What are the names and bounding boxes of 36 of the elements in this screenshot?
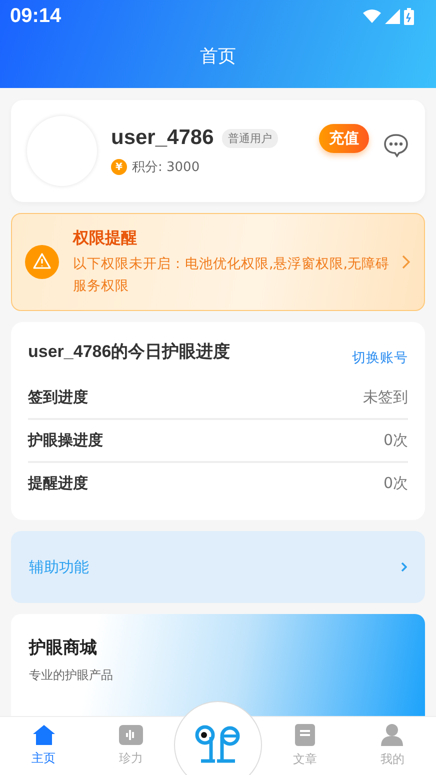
nav-tab[interactable]: 我的 bbox=[348, 717, 436, 775]
nav-tab[interactable]: 珍力 bbox=[87, 717, 174, 775]
username: user_4786 bbox=[111, 126, 214, 150]
status-time: 09:14 bbox=[10, 4, 62, 28]
progress-value: 0次 bbox=[383, 431, 408, 450]
sound-wave-icon bbox=[118, 725, 143, 745]
coin-icon: ¥ bbox=[111, 159, 127, 175]
progress-label: 护眼操进度 bbox=[28, 431, 103, 450]
logo-icon bbox=[195, 725, 241, 765]
signal-icon bbox=[385, 8, 400, 24]
progress-title: user_4786的今日护眼进度 bbox=[28, 341, 230, 363]
alert-title: 权限提醒 bbox=[73, 228, 138, 248]
message-icon[interactable] bbox=[383, 133, 409, 158]
progress-label: 提醒进度 bbox=[28, 474, 88, 493]
progress-value: 0次 bbox=[383, 474, 408, 493]
progress-value: 未签到 bbox=[363, 388, 408, 407]
user-level-badge: 普通用户 bbox=[222, 128, 278, 148]
nav-tab[interactable]: 主页 bbox=[0, 717, 88, 775]
alert-message: 以下权限未开启：电池优化权限,悬浮窗权限,无障碍服务权限 bbox=[73, 254, 391, 296]
page-title: 首页 bbox=[199, 45, 237, 69]
chevron-right-icon[interactable] bbox=[401, 562, 407, 572]
wifi-icon bbox=[363, 9, 381, 23]
document-icon bbox=[295, 724, 316, 746]
person-icon bbox=[381, 724, 404, 746]
recharge-button[interactable]: 充值 bbox=[319, 124, 369, 153]
nav-tab[interactable]: 文章 bbox=[262, 717, 349, 775]
assist-label[interactable]: 辅助功能 bbox=[29, 558, 89, 576]
warning-icon bbox=[25, 245, 59, 279]
points-text: 积分: 3000 bbox=[132, 159, 200, 176]
switch-account-link[interactable]: 切换账号 bbox=[352, 349, 408, 367]
chevron-right-icon[interactable] bbox=[402, 255, 410, 269]
battery-icon bbox=[404, 8, 414, 24]
shop-title: 护眼商城 bbox=[29, 637, 98, 659]
progress-label: 签到进度 bbox=[28, 388, 88, 407]
home-icon bbox=[32, 725, 55, 745]
shop-subtitle: 专业的护眼产品 bbox=[29, 667, 114, 684]
